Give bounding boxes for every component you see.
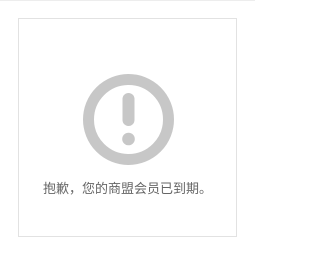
- expiration-message: 抱歉，您的商盟会员已到期。: [42, 182, 212, 197]
- exclamation-circle-icon: [83, 74, 174, 165]
- expired-membership-notice: 抱歉，您的商盟会员已到期。: [18, 18, 237, 237]
- top-divider: [0, 0, 255, 1]
